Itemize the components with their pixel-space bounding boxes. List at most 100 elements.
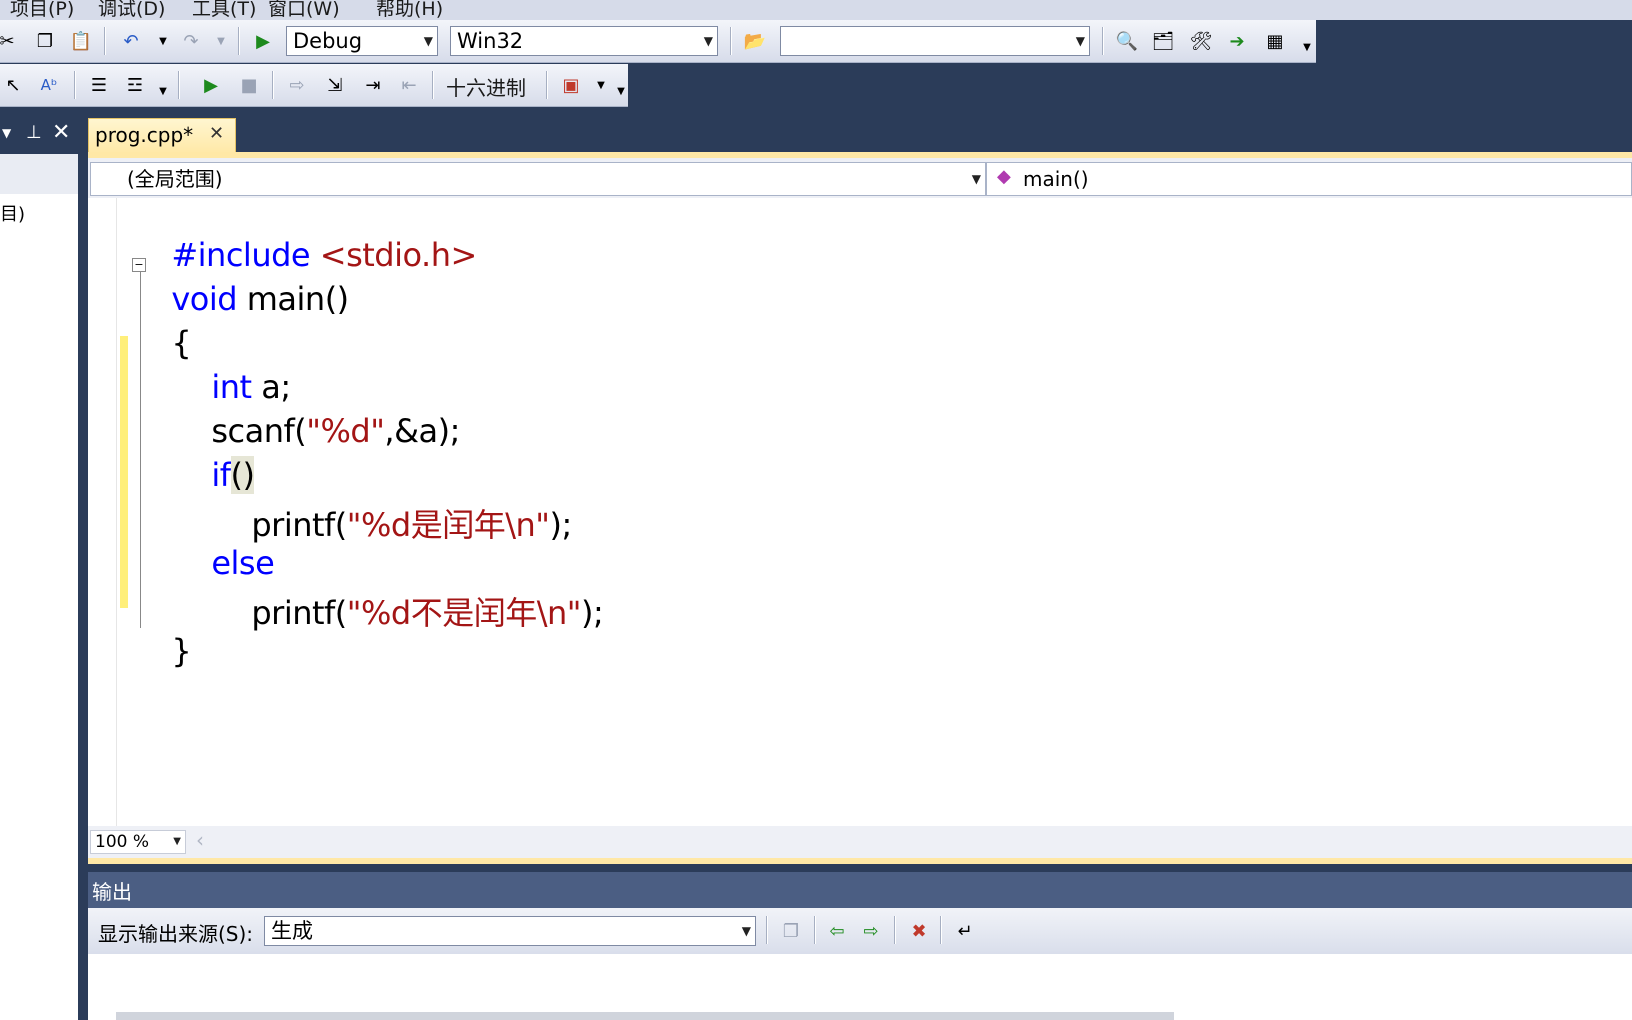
chevron-down-icon: ▼ — [741, 924, 751, 938]
left-panel-tree-item[interactable]: 目) — [0, 200, 25, 226]
clear-all-icon[interactable]: ✖ — [906, 918, 932, 944]
solution-config-select[interactable]: Debug ▼ — [286, 26, 438, 56]
string-literal: "%d" — [306, 412, 385, 450]
separator — [74, 71, 76, 99]
separator — [546, 71, 548, 99]
breakpoints-window-icon[interactable]: ▣ — [558, 72, 584, 98]
text-editor-toolbar: ↖ Aᵇ ☰ ☲ ▼ ▶ ■ ⇨ ⇲ ⇥ ⇤ 十六进制 ▣ ▼ ▼ — [0, 64, 628, 107]
zoom-select[interactable]: 100 % ▼ — [90, 830, 186, 854]
code-line-7: printf("%d是闰年\n"); — [232, 462, 572, 546]
editor-margin — [88, 198, 117, 826]
step-into-icon[interactable]: ⇲ — [322, 72, 348, 98]
output-panel-header: 输出 — [88, 872, 1632, 908]
chevron-down-icon: ▼ — [703, 34, 713, 48]
menu-project[interactable]: 项目(P) — [10, 0, 74, 21]
word-complete-icon[interactable]: Aᵇ — [36, 72, 62, 98]
redo-icon[interactable]: ↷ — [178, 28, 204, 54]
menu-help[interactable]: 帮助(H) — [376, 0, 443, 21]
paste-icon[interactable]: 📋 — [68, 28, 94, 54]
continue-icon[interactable]: ▶ — [198, 72, 224, 98]
left-panel-body — [0, 154, 78, 1020]
window-position-icon[interactable]: ▼ — [2, 126, 11, 140]
menu-window[interactable]: 窗口(W) — [268, 0, 340, 21]
scope-value: (全局范围) — [127, 167, 223, 191]
platform-value: Win32 — [457, 29, 524, 53]
start-debug-icon[interactable]: ▶ — [250, 28, 276, 54]
scope-select[interactable]: (全局范围) ▼ — [90, 162, 986, 196]
indent-icon[interactable]: ☰ — [86, 72, 112, 98]
change-tracking-bar — [120, 336, 128, 608]
zoom-value: 100 % — [95, 832, 150, 852]
show-next-statement-icon[interactable]: ⇨ — [284, 72, 310, 98]
method-icon: ◆ — [997, 166, 1011, 187]
properties-icon[interactable]: 🗂 — [1150, 28, 1176, 54]
horizontal-scrollbar[interactable] — [116, 1012, 1174, 1020]
scroll-left-icon[interactable]: ‹ — [196, 828, 204, 852]
find-message-icon[interactable]: ❐ — [778, 918, 804, 944]
close-icon[interactable]: ✕ — [209, 123, 224, 144]
pin-icon[interactable]: ⊥ — [26, 122, 42, 143]
left-panel-toolbar — [0, 154, 78, 194]
output-source-select[interactable]: 生成 ▼ — [264, 916, 756, 946]
step-out-icon[interactable]: ⇤ — [396, 72, 422, 98]
find-combo[interactable]: ▼ — [780, 26, 1090, 56]
menu-tools[interactable]: 工具(T) — [192, 0, 256, 21]
comment-icon[interactable]: ☲ — [122, 72, 148, 98]
brace: { — [171, 324, 192, 362]
tab-prog-cpp[interactable]: prog.cpp* ✕ — [88, 118, 236, 154]
toolbar-overflow-icon[interactable]: ▼ — [150, 78, 176, 104]
separator — [238, 27, 240, 55]
code-line-3: { — [152, 286, 191, 362]
standard-toolbar: ✂ ❐ 📋 ↶ ▼ ↷ ▼ ▶ Debug ▼ Win32 ▼ 📂 ▼ 🔍 🗂 … — [0, 20, 1316, 63]
solution-config-value: Debug — [293, 29, 363, 53]
separator — [178, 71, 180, 99]
pointer-icon[interactable]: ↖ — [0, 72, 26, 98]
identifier: ,&a); — [384, 412, 460, 450]
word-wrap-icon[interactable]: ↵ — [952, 918, 978, 944]
next-message-icon[interactable]: ⇨ — [858, 918, 884, 944]
redo-dropdown-icon[interactable]: ▼ — [208, 28, 234, 54]
separator — [766, 916, 768, 944]
collapse-icon[interactable]: − — [132, 258, 146, 272]
step-over-icon[interactable]: ⇥ — [360, 72, 386, 98]
code-line-9: printf("%d不是闰年\n"); — [232, 550, 603, 634]
toolbar-overflow-icon[interactable]: ▼ — [608, 78, 634, 104]
output-text-area[interactable] — [88, 954, 1632, 1020]
prev-message-icon[interactable]: ⇦ — [824, 918, 850, 944]
identifier: ); — [581, 594, 604, 632]
cut-icon[interactable]: ✂ — [0, 28, 20, 54]
output-source-label: 显示输出来源(S): — [98, 922, 254, 946]
member-select[interactable]: ◆ main() — [986, 162, 1632, 196]
toolbar-overflow-icon[interactable]: ▼ — [1294, 34, 1320, 60]
platform-select[interactable]: Win32 ▼ — [450, 26, 718, 56]
identifier: printf( — [251, 594, 347, 632]
output-toolbar: 显示输出来源(S): 生成 ▼ ❐ ⇦ ⇨ ✖ ↵ — [88, 908, 1632, 954]
chevron-down-icon: ▼ — [423, 34, 433, 48]
code-line-10: } — [152, 594, 191, 670]
identifier: ); — [549, 506, 573, 544]
separator — [1102, 27, 1104, 55]
separator — [814, 916, 816, 944]
stop-icon[interactable]: ■ — [236, 72, 262, 98]
separator — [104, 27, 106, 55]
close-icon[interactable]: ✕ — [52, 120, 70, 145]
solution-explorer-icon[interactable]: 🔍 — [1114, 28, 1140, 54]
brace: } — [171, 632, 192, 670]
menu-debug[interactable]: 调试(D) — [98, 0, 165, 21]
member-value: main() — [1023, 167, 1089, 191]
identifier: main() — [237, 280, 349, 318]
chevron-down-icon: ▼ — [1075, 34, 1085, 48]
navigation-bar: (全局范围) ▼ ◆ main() — [88, 158, 1632, 198]
keyword: if — [211, 456, 231, 494]
start-page-icon[interactable]: ➔ — [1224, 28, 1250, 54]
undo-icon[interactable]: ↶ — [118, 28, 144, 54]
hex-display-button[interactable]: 十六进制 — [446, 72, 526, 101]
separator — [730, 27, 732, 55]
string-literal: "%d是闰年\n" — [346, 506, 550, 544]
undo-dropdown-icon[interactable]: ▼ — [150, 28, 176, 54]
tools-icon[interactable]: 🛠 — [1188, 28, 1214, 54]
copy-icon[interactable]: ❐ — [32, 28, 58, 54]
class-view-icon[interactable]: ▦ — [1262, 28, 1288, 54]
find-in-files-icon[interactable]: 📂 — [742, 28, 768, 54]
outline-guide — [140, 272, 141, 628]
